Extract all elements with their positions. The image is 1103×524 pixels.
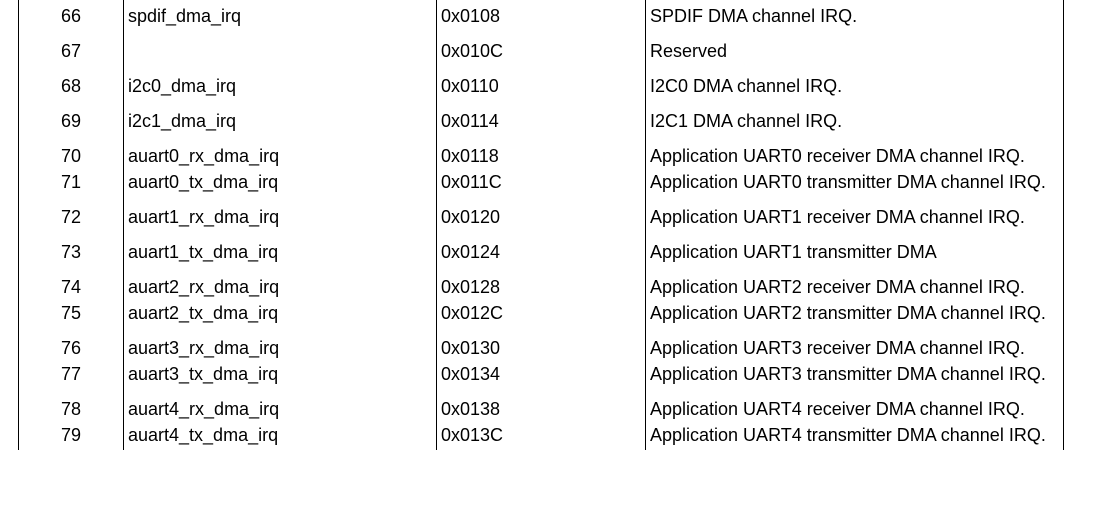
irq-description: Application UART1 receiver DMA channel I… [645,197,1064,232]
table-row: 74 auart2_rx_dma_irq 0x0128 Application … [18,267,1064,302]
irq-description: Application UART3 receiver DMA channel I… [645,328,1064,363]
table-row: 70 auart0_rx_dma_irq 0x0118 Application … [18,136,1064,171]
irq-offset: 0x0118 [436,136,646,171]
irq-number: 79 [18,424,124,450]
irq-description: I2C0 DMA channel IRQ. [645,66,1064,101]
irq-number: 75 [18,302,124,328]
irq-number: 70 [18,136,124,171]
irq-description: Application UART4 transmitter DMA channe… [645,424,1064,450]
irq-source-name: auart0_rx_dma_irq [123,136,437,171]
irq-number: 71 [18,171,124,197]
table-row: 71 auart0_tx_dma_irq 0x011C Application … [18,171,1064,197]
irq-number: 74 [18,267,124,302]
irq-number: 67 [18,31,124,66]
table-row: 67 0x010C Reserved [18,31,1064,66]
table-row: 75 auart2_tx_dma_irq 0x012C Application … [18,302,1064,328]
table-row: 69 i2c1_dma_irq 0x0114 I2C1 DMA channel … [18,101,1064,136]
irq-source-name: auart3_tx_dma_irq [123,363,437,389]
table-row: 68 i2c0_dma_irq 0x0110 I2C0 DMA channel … [18,66,1064,101]
irq-description: Application UART0 receiver DMA channel I… [645,136,1064,171]
irq-number: 76 [18,328,124,363]
irq-source-name: auart0_tx_dma_irq [123,171,437,197]
table-row: 72 auart1_rx_dma_irq 0x0120 Application … [18,197,1064,232]
table-row: 76 auart3_rx_dma_irq 0x0130 Application … [18,328,1064,363]
irq-description: Application UART1 transmitter DMA [645,232,1064,267]
irq-source-name: i2c0_dma_irq [123,66,437,101]
irq-offset: 0x0130 [436,328,646,363]
irq-source-name: auart2_rx_dma_irq [123,267,437,302]
irq-offset: 0x0120 [436,197,646,232]
irq-source-name: auart4_tx_dma_irq [123,424,437,450]
irq-offset: 0x0110 [436,66,646,101]
irq-number: 78 [18,389,124,424]
irq-offset: 0x0114 [436,101,646,136]
irq-description: Application UART4 receiver DMA channel I… [645,389,1064,424]
irq-source-name: i2c1_dma_irq [123,101,437,136]
irq-source-name: auart3_rx_dma_irq [123,328,437,363]
irq-offset: 0x012C [436,302,646,328]
table-row: 73 auart1_tx_dma_irq 0x0124 Application … [18,232,1064,267]
irq-offset: 0x0134 [436,363,646,389]
irq-source-name: auart2_tx_dma_irq [123,302,437,328]
irq-source-name: auart4_rx_dma_irq [123,389,437,424]
irq-offset: 0x0124 [436,232,646,267]
irq-number: 73 [18,232,124,267]
irq-source-name: auart1_tx_dma_irq [123,232,437,267]
irq-number: 72 [18,197,124,232]
irq-offset: 0x010C [436,31,646,66]
irq-description: I2C1 DMA channel IRQ. [645,101,1064,136]
irq-source-name: spdif_dma_irq [123,0,437,31]
irq-offset: 0x0138 [436,389,646,424]
irq-description: Reserved [645,31,1064,66]
irq-description: Application UART2 receiver DMA channel I… [645,267,1064,302]
irq-description: Application UART0 transmitter DMA channe… [645,171,1064,197]
irq-number: 69 [18,101,124,136]
irq-description: Application UART2 transmitter DMA channe… [645,302,1064,328]
irq-source-name: auart1_rx_dma_irq [123,197,437,232]
irq-number: 68 [18,66,124,101]
irq-offset: 0x011C [436,171,646,197]
irq-offset: 0x013C [436,424,646,450]
irq-number: 77 [18,363,124,389]
irq-offset: 0x0128 [436,267,646,302]
irq-offset: 0x0108 [436,0,646,31]
table-row: 78 auart4_rx_dma_irq 0x0138 Application … [18,389,1064,424]
table-row: 77 auart3_tx_dma_irq 0x0134 Application … [18,363,1064,389]
irq-description: Application UART3 transmitter DMA channe… [645,363,1064,389]
table-row: 66 spdif_dma_irq 0x0108 SPDIF DMA channe… [18,0,1064,31]
irq-number: 66 [18,0,124,31]
irq-source-name [123,31,437,66]
table-row: 79 auart4_tx_dma_irq 0x013C Application … [18,424,1064,450]
irq-vector-table: 66 spdif_dma_irq 0x0108 SPDIF DMA channe… [18,0,1064,450]
irq-description: SPDIF DMA channel IRQ. [645,0,1064,31]
